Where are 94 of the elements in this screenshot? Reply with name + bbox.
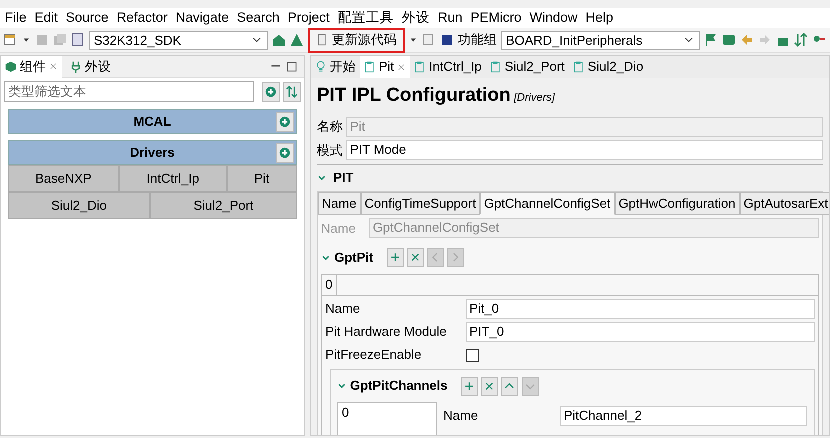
menu-item[interactable]: Window: [530, 8, 578, 28]
field-label: Pit Hardware Module: [326, 323, 448, 342]
menu-item[interactable]: Project: [288, 8, 330, 28]
config-tab[interactable]: GptChannelConfigSet: [480, 192, 615, 215]
editor-tab[interactable]: IntCtrl_Ip: [410, 56, 486, 78]
menu-item[interactable]: Help: [586, 8, 614, 28]
text-field[interactable]: PitChannel_2: [560, 406, 807, 426]
menu-item[interactable]: Source: [66, 8, 109, 28]
new-file-icon[interactable]: [4, 33, 18, 47]
menu-item[interactable]: Search: [237, 8, 280, 28]
group-title: Drivers: [130, 144, 175, 162]
close-icon: [397, 62, 406, 72]
field-label: Name: [444, 406, 480, 424]
group-header[interactable]: Drivers: [8, 140, 297, 166]
component-item[interactable]: Pit: [226, 165, 298, 192]
field-label: 模式: [317, 142, 343, 160]
group-header[interactable]: MCAL: [8, 108, 297, 134]
component-icon: [5, 60, 17, 72]
text-field[interactable]: PIT_0: [466, 322, 814, 342]
menu-item[interactable]: Refactor: [116, 8, 168, 28]
text-field[interactable]: PIT Mode: [346, 140, 823, 160]
menu-item[interactable]: Navigate: [176, 8, 230, 28]
add-button[interactable]: [262, 82, 280, 102]
menu-item[interactable]: Run: [438, 8, 463, 28]
close-icon: [410, 252, 421, 264]
component-item[interactable]: Siul2_Port: [150, 192, 298, 220]
editor-tab[interactable]: 开始: [311, 56, 360, 78]
lightbulb-icon: [315, 61, 327, 73]
panel-tab[interactable]: 组件: [1, 56, 62, 78]
config-tab[interactable]: ConfigTimeSupport: [360, 192, 480, 215]
add-button[interactable]: [276, 143, 294, 164]
plus-icon: [464, 380, 475, 392]
add-button[interactable]: [460, 376, 478, 396]
group-title: MCAL: [134, 112, 172, 130]
clipboard-icon: [490, 61, 502, 73]
config-tab[interactable]: GptAutosarExt: [740, 192, 829, 215]
close-icon: [49, 62, 58, 71]
remove-button[interactable]: [481, 376, 498, 396]
plus-circle-icon: [264, 86, 277, 98]
clipboard-icon: [414, 61, 426, 73]
list-item[interactable]: 0: [342, 403, 432, 423]
text-field[interactable]: Pit_0: [466, 298, 814, 319]
plus-icon: [390, 252, 400, 264]
menu-item[interactable]: File: [5, 8, 27, 28]
plus-circle-icon: [279, 147, 291, 160]
document-icon: [316, 34, 328, 46]
editor-tab[interactable]: Pit: [360, 56, 410, 78]
remove-button[interactable]: [406, 248, 424, 268]
undo-icon[interactable]: [740, 33, 754, 47]
menu-item[interactable]: 外设: [402, 8, 430, 28]
panel-tab[interactable]: 外设: [66, 56, 115, 78]
field-label: PitFreezeEnable: [326, 346, 423, 364]
editor-tab[interactable]: Siul2_Port: [486, 56, 569, 78]
add-button[interactable]: [386, 248, 404, 268]
home-icon[interactable]: [272, 33, 286, 47]
function-group-dropdown[interactable]: BOARD_InitPeripherals: [501, 30, 700, 50]
plus-circle-icon: [279, 116, 291, 128]
sort-button[interactable]: [282, 82, 301, 102]
move-up-button[interactable]: [501, 376, 518, 396]
chevron-icon[interactable]: [337, 381, 347, 391]
flag-icon[interactable]: [704, 33, 718, 47]
subsection-title: GptPitChannels: [350, 377, 448, 396]
filter-field[interactable]: 类型筛选文本: [4, 81, 254, 102]
sdk-dropdown[interactable]: S32K312_SDK: [89, 30, 268, 50]
warning-icon[interactable]: [290, 33, 304, 47]
component-item[interactable]: BaseNXP: [8, 165, 120, 192]
menu-item[interactable]: Edit: [34, 8, 58, 28]
component-item[interactable]: IntCtrl_Ip: [119, 165, 227, 192]
config-tab[interactable]: Name: [318, 192, 361, 215]
sort-icon[interactable]: [794, 33, 808, 47]
menu-item[interactable]: PEMicro: [470, 8, 522, 28]
field-label: 名称: [317, 118, 343, 136]
close-icon: [484, 380, 496, 392]
checkbox[interactable]: [466, 348, 478, 362]
config-tab[interactable]: GptHwConfiguration: [614, 192, 740, 215]
component-item[interactable]: Siul2_Dio: [8, 192, 150, 220]
section-title: PIT: [334, 168, 354, 187]
function-group-label: 功能组: [458, 31, 498, 50]
update-code-button[interactable]: 更新源代码: [308, 28, 406, 52]
plug-icon: [70, 60, 82, 72]
subsection-title: GptPit: [334, 249, 374, 267]
field-label: Name: [326, 300, 362, 318]
panel-icon[interactable]: [722, 33, 736, 47]
field-label: Name: [321, 220, 356, 238]
page-subtitle: [Drivers]: [514, 91, 556, 106]
clipboard-icon: [572, 61, 585, 73]
sort-icon: [286, 86, 298, 98]
page-title: PIT IPL Configuration: [317, 84, 511, 108]
add-button[interactable]: [276, 112, 294, 132]
clipboard-icon: [364, 61, 376, 73]
maximize-icon[interactable]: [286, 60, 298, 72]
menu-item[interactable]: 配置工具: [338, 8, 394, 28]
document-icon[interactable]: [71, 33, 85, 47]
editor-tab[interactable]: Siul2_Dio: [568, 56, 648, 78]
